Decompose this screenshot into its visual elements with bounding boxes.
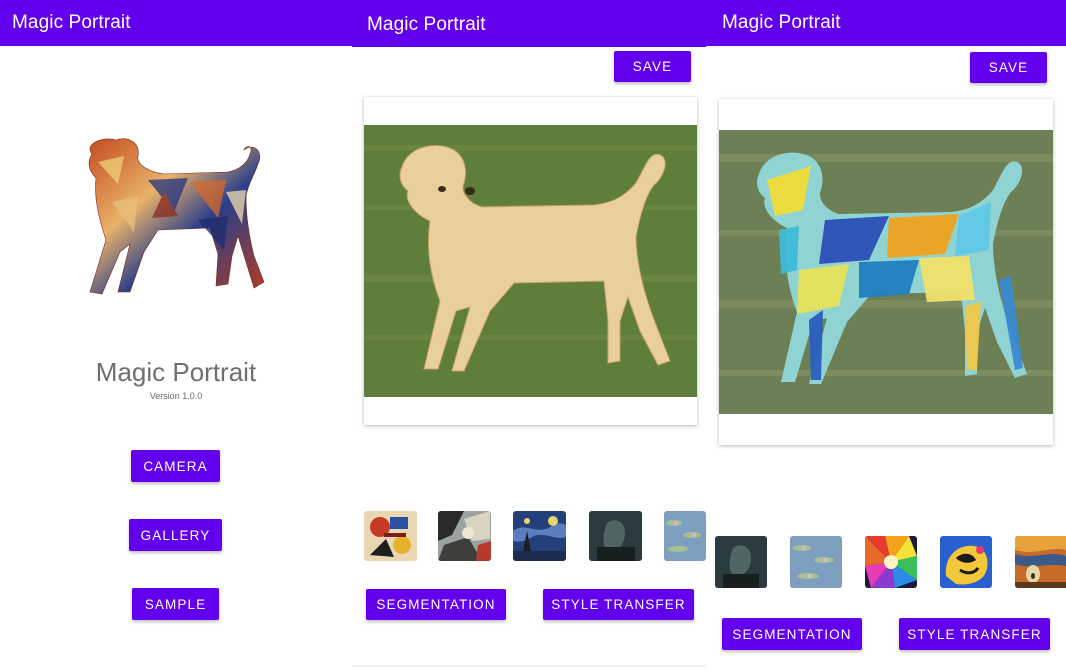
segmentation-button[interactable]: SEGMENTATION [366, 589, 506, 620]
camera-button[interactable]: CAMERA [131, 450, 220, 482]
app-bar-title: Magic Portrait [367, 14, 486, 35]
style-transfer-button[interactable]: STYLE TRANSFER [899, 618, 1050, 650]
app-bar-title: Magic Portrait [722, 12, 841, 33]
stylized-labrador-photo [719, 130, 1053, 414]
style-thumbnail-starry-night[interactable] [513, 511, 566, 561]
style-thumbnail-kandinsky[interactable] [364, 511, 417, 561]
save-button[interactable]: SAVE [970, 52, 1047, 83]
style-thumbnail-water-lilies[interactable] [790, 536, 842, 588]
labrador-photo [364, 125, 697, 397]
app-bar-title: Magic Portrait [12, 12, 131, 33]
app-bar: Magic Portrait [352, 0, 706, 47]
style-thumbnail-dark-portrait[interactable] [715, 536, 767, 588]
style-transfer-button[interactable]: STYLE TRANSFER [543, 589, 694, 620]
photo-card [364, 97, 697, 425]
bottom-divider [352, 665, 706, 667]
save-button[interactable]: SAVE [614, 51, 691, 82]
style-thumbnail-pop-art[interactable] [940, 536, 992, 588]
app-version: Version 1.0.0 [149, 391, 203, 401]
style-transfer-screen: Magic Portrait SAVE SEGMENTATION STYLE T… [706, 0, 1066, 670]
gallery-button[interactable]: GALLERY [129, 519, 222, 551]
style-thumbnail-the-scream[interactable] [1015, 536, 1066, 588]
style-thumbnail-picasso[interactable] [438, 511, 491, 561]
style-thumbnail-color-burst[interactable] [865, 536, 917, 588]
app-bar: Magic Portrait [0, 0, 352, 46]
style-thumbnail-water-lilies[interactable] [664, 511, 706, 561]
sample-button[interactable]: SAMPLE [132, 588, 219, 620]
home-screen: Magic Portrait Magic Portrait Version 1.… [0, 0, 352, 670]
segmentation-screen: Magic Portrait SAVE SEGMENTATION STYLE T… [352, 0, 706, 670]
segmentation-button[interactable]: SEGMENTATION [722, 618, 862, 650]
app-name: Magic Portrait [95, 357, 257, 387]
style-thumbnail-dark-portrait[interactable] [589, 511, 642, 561]
photo-card [719, 99, 1053, 445]
stylized-dog-icon [78, 132, 274, 302]
app-bar: Magic Portrait [706, 0, 1066, 46]
